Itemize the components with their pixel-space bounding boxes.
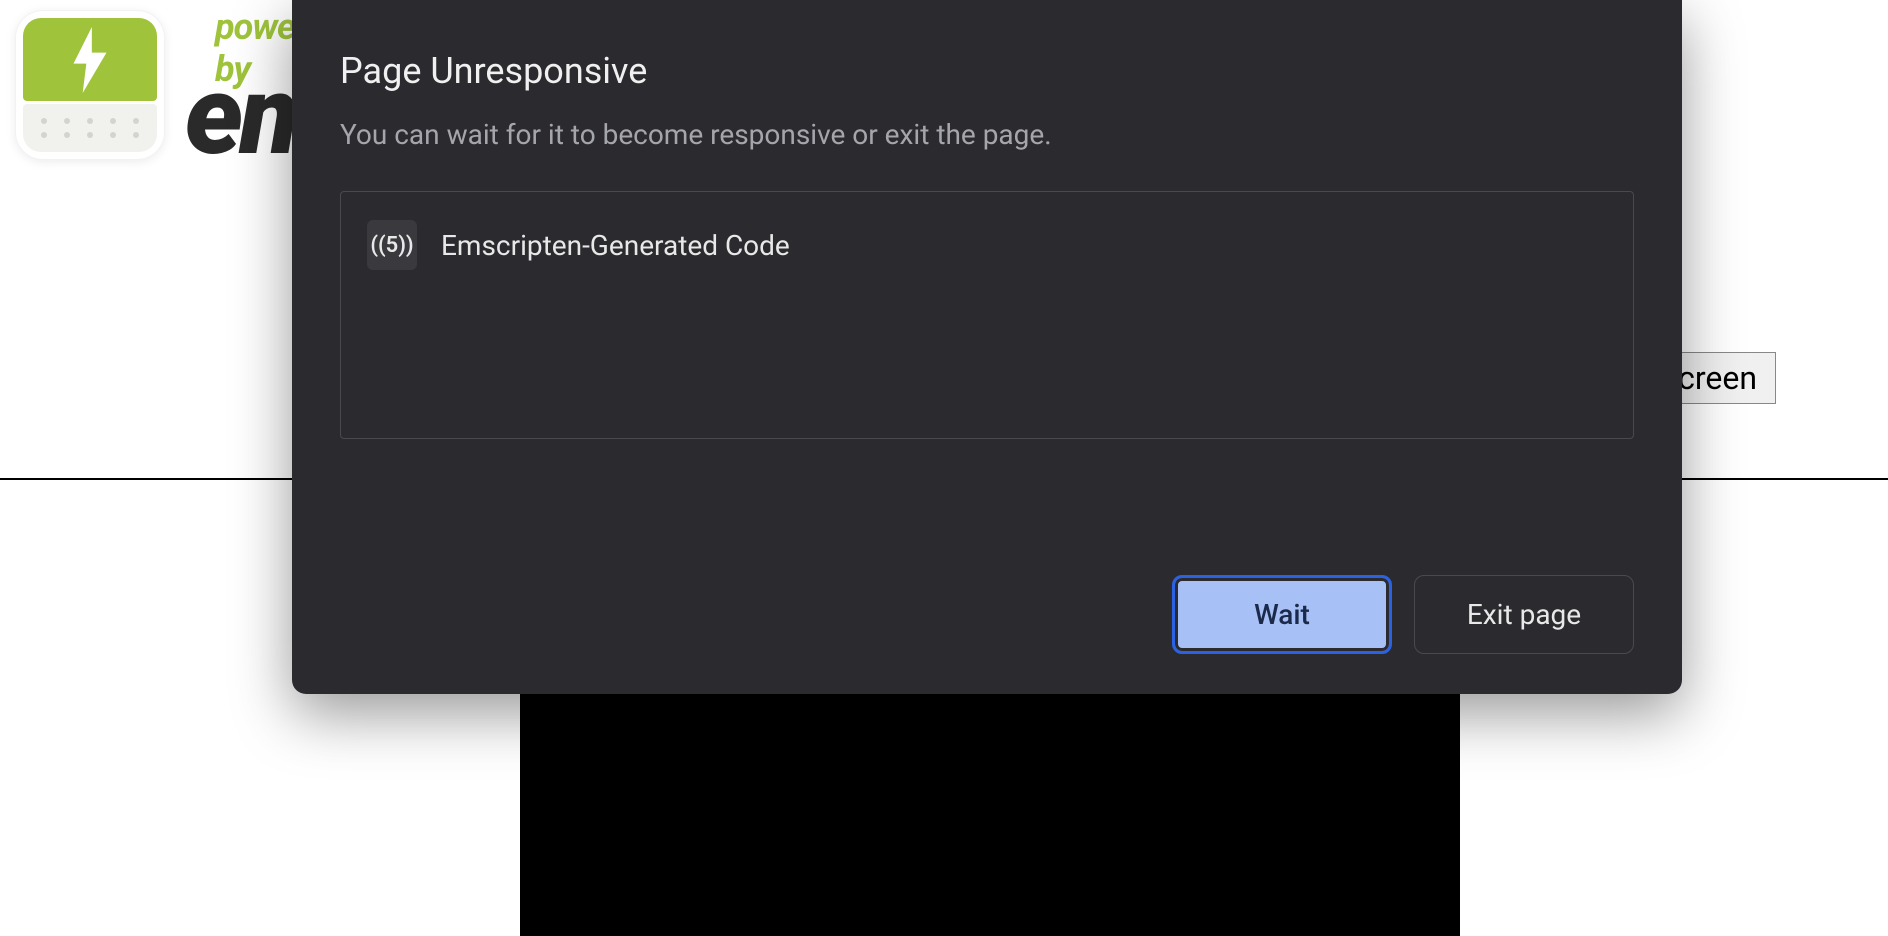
app-logo-top — [23, 18, 157, 101]
process-label: Emscripten-Generated Code — [441, 229, 790, 262]
page-background: powered by emscripten Fullscreen Page Un… — [0, 0, 1888, 936]
lightning-bolt-icon — [68, 26, 112, 94]
process-item: ((5)) Emscripten-Generated Code — [367, 220, 1607, 270]
wait-button[interactable]: Wait — [1172, 575, 1392, 654]
app-logo — [15, 10, 165, 160]
broadcast-icon: ((5)) — [367, 220, 417, 270]
wordmark: powered by emscripten — [185, 15, 305, 155]
dialog-title: Page Unresponsive — [340, 50, 1634, 92]
app-logo-bottom — [23, 104, 157, 152]
dialog-actions: Wait Exit page — [340, 535, 1634, 654]
unresponsive-dialog: Page Unresponsive You can wait for it to… — [292, 0, 1682, 694]
header: powered by emscripten — [15, 10, 305, 160]
wordmark-title: emscripten — [185, 66, 305, 156]
dialog-description: You can wait for it to become responsive… — [340, 118, 1634, 151]
exit-page-button[interactable]: Exit page — [1414, 575, 1634, 654]
process-list: ((5)) Emscripten-Generated Code — [340, 191, 1634, 439]
